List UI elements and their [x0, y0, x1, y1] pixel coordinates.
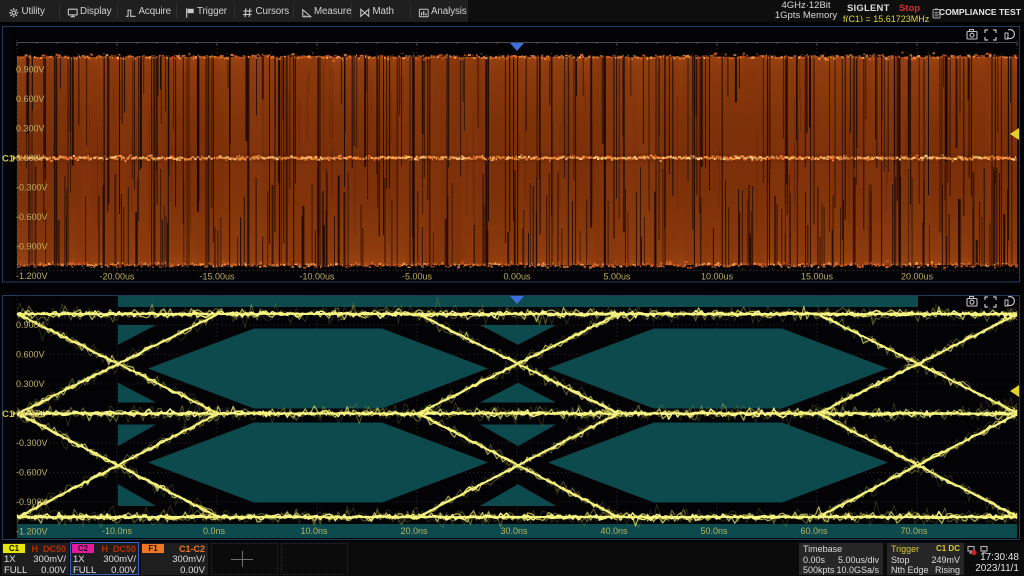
svg-text:-0.300V: -0.300V [16, 183, 48, 193]
svg-text:-0.900V: -0.900V [16, 497, 48, 507]
svg-text:30.0ns: 30.0ns [500, 526, 528, 536]
svg-text:0.000V: 0.000V [16, 409, 45, 419]
svg-text:-10.0ns: -10.0ns [102, 526, 133, 536]
svg-text:0.000V: 0.000V [16, 153, 45, 163]
svg-text:5.00us: 5.00us [603, 272, 631, 282]
svg-text:10.00us: 10.00us [701, 272, 734, 282]
svg-text:0.0ns: 0.0ns [203, 526, 226, 536]
svg-text:C1: C1 [2, 154, 15, 165]
svg-text:15.00us: 15.00us [801, 272, 834, 282]
svg-text:-0.300V: -0.300V [16, 438, 48, 448]
svg-text:0.300V: 0.300V [16, 124, 45, 134]
svg-text:60.0ns: 60.0ns [800, 526, 828, 536]
svg-text:0.900V: 0.900V [16, 320, 45, 330]
svg-text:0.900V: 0.900V [16, 65, 45, 75]
svg-text:-10.00us: -10.00us [299, 272, 335, 282]
svg-text:-0.600V: -0.600V [16, 468, 48, 478]
svg-text:-1.200V: -1.200V [16, 527, 48, 537]
svg-text:C1: C1 [2, 409, 15, 420]
svg-text:0.300V: 0.300V [16, 379, 45, 389]
svg-text:0.600V: 0.600V [16, 350, 45, 360]
svg-text:-0.900V: -0.900V [16, 242, 48, 252]
svg-text:-20.00us: -20.00us [99, 272, 135, 282]
svg-text:20.0ns: 20.0ns [400, 526, 428, 536]
svg-text:0.00us: 0.00us [503, 272, 531, 282]
svg-text:0.600V: 0.600V [16, 94, 45, 104]
svg-text:20.00us: 20.00us [901, 272, 934, 282]
svg-text:-1.200V: -1.200V [16, 271, 48, 281]
svg-text:-0.600V: -0.600V [16, 212, 48, 222]
svg-text:10.0ns: 10.0ns [300, 526, 328, 536]
svg-text:70.0ns: 70.0ns [900, 526, 928, 536]
svg-text:40.0ns: 40.0ns [600, 526, 628, 536]
svg-text:-5.00us: -5.00us [402, 272, 433, 282]
svg-text:-15.00us: -15.00us [199, 272, 235, 282]
svg-text:50.0ns: 50.0ns [700, 526, 728, 536]
